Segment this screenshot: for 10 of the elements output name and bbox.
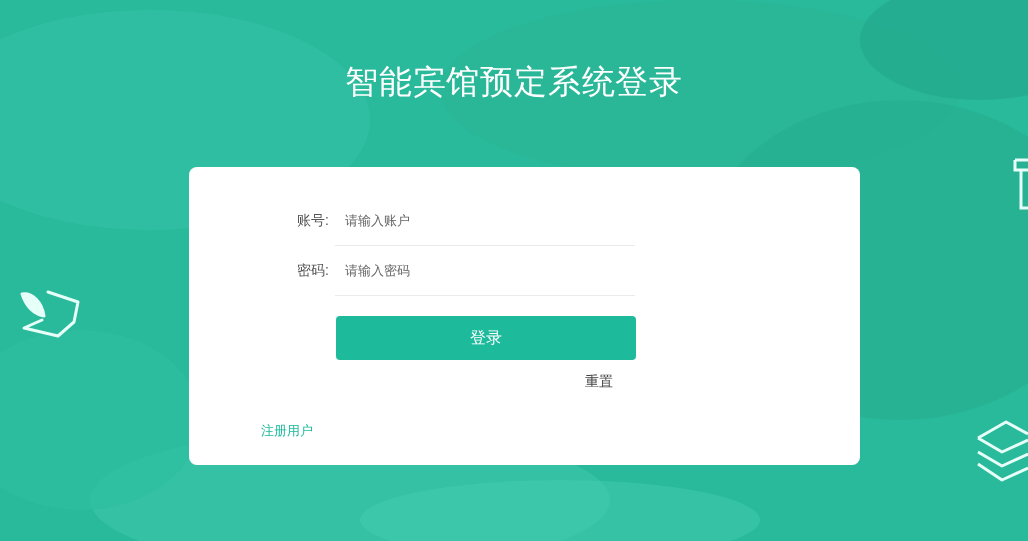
field-label: 账号: [296,210,330,230]
reset-button[interactable]: 重置 [585,371,613,392]
login-button[interactable]: 登录 [336,316,636,360]
input-field[interactable]: 请输入账户 [335,196,635,246]
register-link[interactable]: 注册用户 [261,421,313,441]
field-label: 密码: [296,260,330,280]
input-field[interactable]: 请输入密码 [335,246,635,296]
cup-icon [1013,158,1028,212]
leaf-icon [18,288,82,340]
page-title: 智能宾馆预定系统登录 [344,62,684,102]
